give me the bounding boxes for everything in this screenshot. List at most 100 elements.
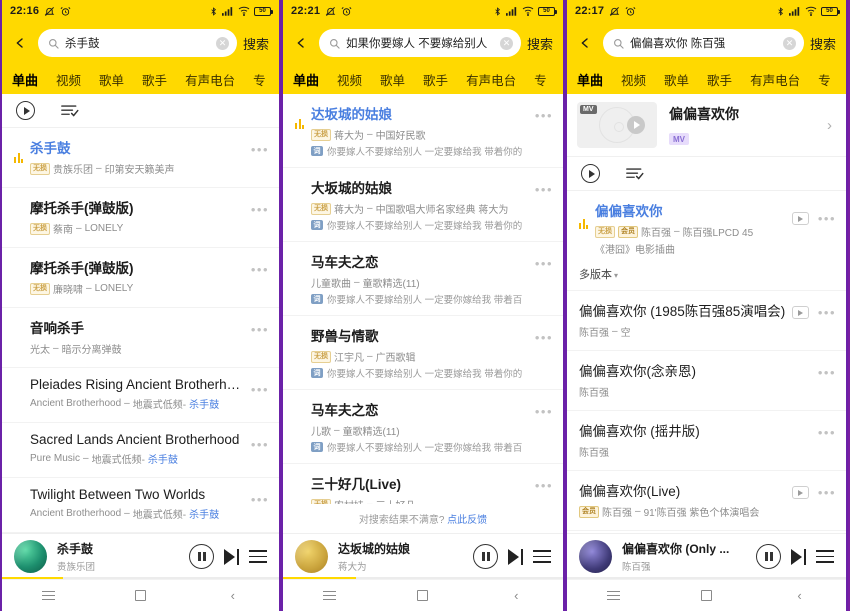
next-track-button[interactable] bbox=[224, 548, 239, 565]
tab-artists[interactable]: 歌手 bbox=[423, 70, 448, 89]
song-row[interactable]: 摩托杀手(弹鼓版) 无损 廉晓啸 – LONELY ••• bbox=[2, 248, 279, 308]
more-options-icon[interactable]: ••• bbox=[818, 426, 836, 439]
tab-playlists[interactable]: 歌单 bbox=[380, 70, 405, 89]
home-button[interactable] bbox=[117, 590, 163, 601]
more-options-icon[interactable]: ••• bbox=[251, 143, 269, 156]
tab-videos[interactable]: 视频 bbox=[621, 70, 646, 89]
more-options-icon[interactable]: ••• bbox=[818, 366, 836, 379]
play-all-icon[interactable] bbox=[581, 164, 600, 183]
search-submit-button[interactable]: 搜索 bbox=[810, 34, 836, 53]
more-options-icon[interactable]: ••• bbox=[251, 493, 269, 506]
more-options-icon[interactable]: ••• bbox=[535, 109, 553, 122]
playlist-queue-button[interactable] bbox=[816, 550, 834, 563]
search-input[interactable]: 如果你要嫁人 不要嫁给别人 ✕ bbox=[319, 29, 521, 57]
tab-playlists[interactable]: 歌单 bbox=[664, 70, 689, 89]
tab-artists[interactable]: 歌手 bbox=[142, 70, 167, 89]
tab-radio[interactable]: 有声电台 bbox=[466, 70, 516, 89]
song-row[interactable]: 大坂城的姑娘 无损 蒋大为 – 中国歌唱大师名家经典 蒋大为 词 你要嫁人不要嫁… bbox=[283, 168, 563, 242]
mv-thumbnail[interactable]: MV bbox=[577, 102, 657, 148]
tab-artists[interactable]: 歌手 bbox=[707, 70, 732, 89]
more-options-icon[interactable]: ••• bbox=[535, 257, 553, 270]
next-track-button[interactable] bbox=[508, 548, 523, 565]
album-art[interactable] bbox=[295, 540, 328, 573]
song-row[interactable]: Pleiades Rising Ancient Brotherhood Anci… bbox=[2, 368, 279, 423]
tab-singles[interactable]: 单曲 bbox=[293, 70, 319, 89]
back-button[interactable] bbox=[8, 31, 32, 55]
mv-card[interactable]: MV 偏偏喜欢你 MV › bbox=[567, 94, 846, 157]
more-options-icon[interactable]: ••• bbox=[535, 183, 553, 196]
more-options-icon[interactable]: ••• bbox=[818, 486, 836, 499]
more-options-icon[interactable]: ••• bbox=[251, 383, 269, 396]
song-row[interactable]: 偏偏喜欢你 (1985陈百强85演唱会) 陈百强 – 空 ••• bbox=[567, 291, 846, 351]
album-art[interactable] bbox=[579, 540, 612, 573]
song-row[interactable]: Twilight Between Two Worlds Ancient Brot… bbox=[2, 478, 279, 533]
batch-select-icon[interactable] bbox=[626, 167, 644, 181]
back-nav-button[interactable]: ‹ bbox=[777, 589, 823, 602]
tab-albums[interactable]: 专 bbox=[818, 70, 831, 89]
search-submit-button[interactable]: 搜索 bbox=[243, 34, 269, 53]
song-row[interactable]: 音响杀手 光太 – 暗示分离弹鼓 ••• bbox=[2, 308, 279, 368]
home-button[interactable] bbox=[400, 590, 446, 601]
mini-player[interactable]: 达坂城的姑娘 蒋大为 bbox=[283, 533, 563, 579]
recents-button[interactable] bbox=[25, 590, 71, 601]
song-row[interactable]: 偏偏喜欢你(念亲恩) 陈百强 ••• bbox=[567, 351, 846, 411]
more-options-icon[interactable]: ••• bbox=[818, 306, 836, 319]
more-options-icon[interactable]: ••• bbox=[251, 203, 269, 216]
song-row[interactable]: 偏偏喜欢你(Live) 会员 陈百强 – 91'陈百强 紫色个体演唱会 ••• bbox=[567, 471, 846, 531]
home-button[interactable] bbox=[684, 590, 730, 601]
more-options-icon[interactable]: ••• bbox=[251, 438, 269, 451]
song-row[interactable]: 马车夫之恋 儿歌 – 童歌精选(11) 词 你要嫁人不要嫁给别人 一定要你嫁给我… bbox=[283, 390, 563, 464]
play-all-icon[interactable] bbox=[16, 101, 35, 120]
tab-singles[interactable]: 单曲 bbox=[12, 70, 38, 89]
multi-version-toggle[interactable]: 多版本 ▾ bbox=[567, 260, 846, 291]
more-options-icon[interactable]: ••• bbox=[251, 263, 269, 276]
feedback-link[interactable]: 点此反馈 bbox=[447, 515, 487, 526]
pause-button[interactable] bbox=[473, 544, 499, 569]
back-button[interactable] bbox=[573, 31, 597, 55]
tab-albums[interactable]: 专 bbox=[253, 70, 266, 89]
song-row[interactable]: 野兽与情歌 无损 江宇凡 – 广西歌辑 词 你要嫁人不要嫁给别人 一定要嫁给我 … bbox=[283, 316, 563, 390]
back-nav-button[interactable]: ‹ bbox=[493, 589, 539, 602]
search-input[interactable]: 杀手鼓 ✕ bbox=[38, 29, 237, 57]
tab-radio[interactable]: 有声电台 bbox=[185, 70, 235, 89]
more-options-icon[interactable]: ••• bbox=[818, 212, 836, 225]
recents-button[interactable] bbox=[307, 590, 353, 601]
clear-icon[interactable]: ✕ bbox=[215, 36, 229, 50]
back-nav-button[interactable]: ‹ bbox=[210, 589, 256, 602]
batch-select-icon[interactable] bbox=[61, 104, 79, 118]
mini-play-button[interactable] bbox=[791, 212, 809, 225]
mini-play-button[interactable] bbox=[791, 306, 809, 319]
song-row[interactable]: 马车夫之恋 儿童歌曲 – 童歌精选(11) 词 你要嫁人不要嫁给别人 一定要你嫁… bbox=[283, 242, 563, 316]
playlist-queue-button[interactable] bbox=[533, 550, 551, 563]
back-button[interactable] bbox=[289, 31, 313, 55]
more-options-icon[interactable]: ••• bbox=[535, 331, 553, 344]
tab-videos[interactable]: 视频 bbox=[56, 70, 81, 89]
more-options-icon[interactable]: ••• bbox=[251, 323, 269, 336]
tab-playlists[interactable]: 歌单 bbox=[99, 70, 124, 89]
tab-radio[interactable]: 有声电台 bbox=[750, 70, 800, 89]
song-row[interactable]: 达坂城的姑娘 无损 蒋大为 – 中国好民歌 词 你要嫁人不要嫁给别人 一定要嫁给… bbox=[283, 94, 563, 168]
search-input[interactable]: 偏偏喜欢你 陈百强 ✕ bbox=[603, 29, 804, 57]
song-row[interactable]: 三十好几(Live) 无损 农村娃 – 三十好几 词 你要嫁人 不要嫁给别人 能… bbox=[283, 464, 563, 504]
song-row[interactable]: 摩托杀手(弹鼓版) 无损 蔡南 – LONELY ••• bbox=[2, 188, 279, 248]
mini-play-button[interactable] bbox=[791, 486, 809, 499]
song-row[interactable]: 杀手鼓 无损 贵族乐团 – 印第安天籁美声 ••• bbox=[2, 128, 279, 188]
pause-button[interactable] bbox=[189, 544, 215, 569]
album-art[interactable] bbox=[14, 540, 47, 573]
song-row[interactable]: 偏偏喜欢你 无损 会员 陈百强 – 陈百强LPCD 45 《港囧》电影插曲 ••… bbox=[567, 191, 846, 260]
next-track-button[interactable] bbox=[791, 548, 806, 565]
more-options-icon[interactable]: ••• bbox=[535, 479, 553, 492]
playlist-queue-button[interactable] bbox=[249, 550, 267, 563]
clear-icon[interactable]: ✕ bbox=[782, 36, 796, 50]
song-list[interactable]: 偏偏喜欢你 无损 会员 陈百强 – 陈百强LPCD 45 《港囧》电影插曲 ••… bbox=[567, 191, 846, 533]
clear-icon[interactable]: ✕ bbox=[499, 36, 513, 50]
search-submit-button[interactable]: 搜索 bbox=[527, 34, 553, 53]
play-icon[interactable] bbox=[627, 116, 645, 134]
more-options-icon[interactable]: ••• bbox=[535, 405, 553, 418]
song-row[interactable]: Sacred Lands Ancient Brotherhood Pure Mu… bbox=[2, 423, 279, 478]
tab-videos[interactable]: 视频 bbox=[337, 70, 362, 89]
song-row[interactable]: 偏偏喜欢你 (摇井版) 陈百强 ••• bbox=[567, 411, 846, 471]
song-list[interactable]: 杀手鼓 无损 贵族乐团 – 印第安天籁美声 ••• 摩托杀手(弹鼓版) 无损 蔡… bbox=[2, 128, 279, 533]
mini-player[interactable]: 偏偏喜欢你 (Only ... 陈百强 bbox=[567, 533, 846, 579]
recents-button[interactable] bbox=[591, 590, 637, 601]
